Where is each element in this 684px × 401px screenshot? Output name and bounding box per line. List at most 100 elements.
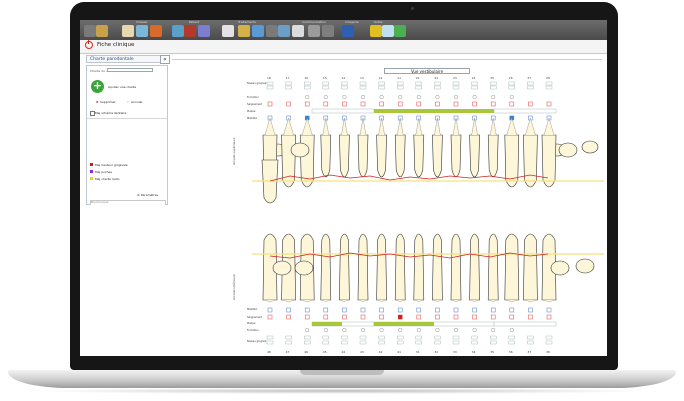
arrow-icon[interactable] xyxy=(84,25,96,37)
lower-row-label: Plaque xyxy=(247,322,256,325)
tooth-xray-icon[interactable] xyxy=(382,25,394,37)
collapse-panel-button[interactable]: « xyxy=(160,55,170,64)
calendar-icon[interactable] xyxy=(342,25,354,37)
home-icon[interactable] xyxy=(122,25,134,37)
upper-tooth-number: 23 xyxy=(453,76,457,80)
lower-tooth-number: 35 xyxy=(490,350,495,354)
lower-tooth-number: 43 xyxy=(360,350,364,354)
upper-tooth-number: 12 xyxy=(378,76,383,80)
lower-row-label: Niveau gingival xyxy=(247,340,267,343)
toolbar-group-label: Communication xyxy=(302,20,326,24)
delete-button[interactable]: Supprimer xyxy=(100,100,116,104)
lower-tooth-number: 48 xyxy=(267,350,271,354)
id-card-icon[interactable] xyxy=(198,25,210,37)
lower-tooth-number: 37 xyxy=(527,350,532,354)
lower-row-label: Saignement xyxy=(247,316,263,319)
xray-icon[interactable] xyxy=(370,25,382,37)
lower-row-label: Mobilité xyxy=(247,308,257,311)
toolbar-group-label: Dossier xyxy=(136,20,148,24)
legend-gingival-label[interactable]: Maj hauteur gingivale xyxy=(95,163,128,167)
lower-tooth-number: 44 xyxy=(341,350,346,354)
upper-tooth-number: 21 xyxy=(415,76,420,80)
upper-tooth-number: 26 xyxy=(508,76,513,80)
document-icon[interactable] xyxy=(394,25,406,37)
legend-radio-label[interactable]: Maj charte radio xyxy=(95,177,119,181)
upper-tooth-number: 14 xyxy=(341,76,346,80)
toolbar-group-label: Imagerie xyxy=(345,20,359,24)
lower-tooth-number: 42 xyxy=(378,350,383,354)
pencil-icon[interactable] xyxy=(252,25,264,37)
schema-option-label: Maj schéma dentaire xyxy=(95,111,127,115)
link-icon[interactable] xyxy=(278,25,290,37)
legend-pockets-label[interactable]: Maj poches xyxy=(95,170,112,174)
legend-swatch-gingival xyxy=(90,163,93,166)
panel-header: Charte parodontale xyxy=(86,55,168,63)
delete-icon[interactable]: ✖ xyxy=(96,100,99,104)
lower-tooth-number: 32 xyxy=(434,350,439,354)
upper-tooth-number: 18 xyxy=(267,76,271,80)
add-chart-icon[interactable]: + xyxy=(91,80,104,93)
lower-tooth-number: 47 xyxy=(285,350,290,354)
laptop-shadow xyxy=(30,388,654,394)
teeth-icon[interactable] xyxy=(222,25,234,37)
brush-icon[interactable] xyxy=(238,25,250,37)
params-button[interactable]: Paramètres xyxy=(141,193,158,197)
toolbar-group-label: Traitements xyxy=(238,20,256,24)
title-bar: Fiche clinique xyxy=(80,40,607,54)
upper-tooth-number: 27 xyxy=(527,76,532,80)
view-select[interactable]: Vue vestibulaire xyxy=(384,68,470,74)
legend-swatch-pockets xyxy=(90,170,93,173)
lower-tooth-number: 46 xyxy=(304,350,309,354)
cancel-icon[interactable]: ↶ xyxy=(127,100,130,104)
lower-tooth-number: 41 xyxy=(397,350,402,354)
legend-swatch-radio xyxy=(90,177,93,180)
upper-tooth-number: 17 xyxy=(285,76,290,80)
lower-tooth-number: 36 xyxy=(508,350,513,354)
lower-row-label: Furcation xyxy=(247,329,259,332)
upper-arch-label: Arcade supérieure xyxy=(232,137,236,165)
dots-icon[interactable] xyxy=(292,25,304,37)
chart-date-label: Charte du : xyxy=(90,69,107,73)
lower-tooth-number: 38 xyxy=(546,350,550,354)
upper-row-label: Furcation xyxy=(247,96,259,99)
upper-tooth-number: 11 xyxy=(397,76,402,80)
laptop-notch xyxy=(300,370,384,375)
fruit-icon[interactable] xyxy=(150,25,162,37)
toolbar-group-label: Patient xyxy=(188,20,200,24)
upper-row-label: Saignement xyxy=(247,103,263,106)
upper-tooth-number: 15 xyxy=(322,76,327,80)
page-title: Fiche clinique xyxy=(97,42,135,48)
app-screen: Dossier Patient Traitements Communicatio… xyxy=(80,20,607,356)
card-icon[interactable] xyxy=(184,25,196,37)
toolbar-group-label: Outils xyxy=(373,20,383,24)
power-icon[interactable] xyxy=(85,40,93,49)
lower-tooth-number: 45 xyxy=(322,350,327,354)
upper-tooth-number: 28 xyxy=(546,76,550,80)
chart-side-panel: Charte du : + Ajouter une charte ✖ Suppr… xyxy=(86,65,168,205)
phone-icon[interactable] xyxy=(308,25,320,37)
chart-date-select[interactable] xyxy=(107,68,153,72)
chart-header-line xyxy=(172,59,602,60)
upper-tooth-number: 24 xyxy=(471,76,476,80)
upper-row-label: Mobilité xyxy=(247,117,257,120)
cancel-button[interactable]: Annuler xyxy=(131,100,143,104)
lower-arch-label: Arcade inférieure xyxy=(232,274,236,300)
globe-icon[interactable] xyxy=(172,25,184,37)
webcam xyxy=(411,7,414,10)
lower-tooth-number: 33 xyxy=(453,350,457,354)
lower-tooth-number: 31 xyxy=(415,350,420,354)
mail-icon[interactable] xyxy=(322,25,334,37)
pen-icon[interactable] xyxy=(96,25,108,37)
add-chart-button[interactable]: Ajouter une charte xyxy=(108,85,136,89)
lower-tooth-number: 34 xyxy=(471,350,476,354)
tool-icon[interactable] xyxy=(266,25,278,37)
upper-row-label: Niveau gingival xyxy=(247,82,267,85)
main-toolbar: Dossier Patient Traitements Communicatio… xyxy=(80,20,607,40)
upper-tooth-number: 22 xyxy=(434,76,439,80)
settings-icon[interactable] xyxy=(136,25,148,37)
divider xyxy=(87,118,167,119)
upper-tooth-number: 13 xyxy=(360,76,364,80)
notes-label: Bio/clinique xyxy=(91,200,109,204)
settings-icon[interactable]: ⚙ xyxy=(137,193,140,197)
upper-tooth-number: 16 xyxy=(304,76,309,80)
